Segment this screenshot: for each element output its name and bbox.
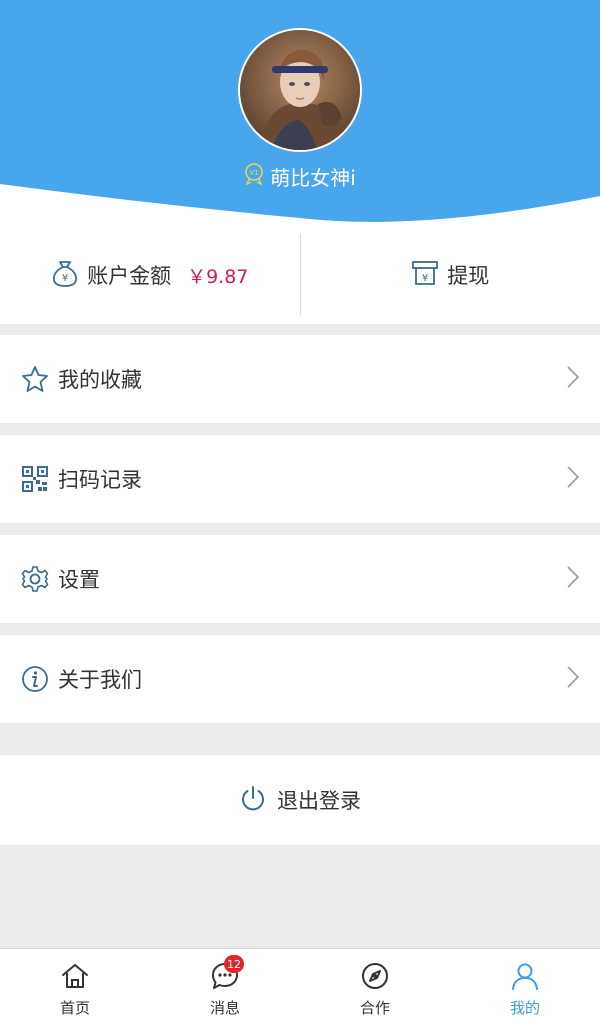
menu-label-scan-history: 扫码记录 <box>58 468 142 492</box>
username: 萌比女神i <box>270 166 356 190</box>
menu-item-about[interactable]: 关于我们 <box>0 635 600 723</box>
menu-label-about: 关于我们 <box>58 668 142 692</box>
compass-icon <box>360 961 390 995</box>
chevron-right-icon <box>566 365 580 393</box>
withdraw-label: 提现 <box>447 264 490 288</box>
menu-item-scan-history[interactable]: 扫码记录 <box>0 435 600 523</box>
info-icon <box>20 664 50 694</box>
menu-label-settings: 设置 <box>58 568 100 592</box>
tab-label-messages: 消息 <box>209 998 240 1017</box>
username-row: V1 萌比女神i <box>0 162 600 191</box>
user-icon <box>510 961 540 995</box>
profile-header: V1 萌比女神i <box>0 0 600 226</box>
menu-item-settings[interactable]: 设置 <box>0 535 600 623</box>
money-bag-icon: ¥ <box>51 258 79 292</box>
tab-label-mine: 我的 <box>509 998 540 1017</box>
tab-home[interactable]: 首页 <box>0 949 150 1029</box>
messages-badge: 12 <box>224 955 244 973</box>
star-icon <box>20 364 50 394</box>
logout-button[interactable]: 退出登录 <box>0 755 600 845</box>
avatar[interactable] <box>238 28 362 152</box>
svg-text:¥: ¥ <box>422 273 428 284</box>
withdraw-icon: ¥ <box>411 259 439 291</box>
chevron-right-icon <box>566 665 580 693</box>
chevron-right-icon <box>566 565 580 593</box>
tab-label-home: 首页 <box>59 998 90 1017</box>
balance-value: ￥9.87 <box>187 265 249 288</box>
withdraw-button[interactable]: ¥ 提现 <box>301 226 600 324</box>
account-card: ¥ 账户金额 ￥9.87 ¥ 提现 <box>0 226 600 324</box>
tab-label-cooperation: 合作 <box>359 998 390 1017</box>
svg-text:¥: ¥ <box>62 273 68 284</box>
vip-badge-icon: V1 <box>244 163 264 190</box>
tab-cooperation[interactable]: 合作 <box>300 949 450 1029</box>
logout-label: 退出登录 <box>277 789 361 813</box>
home-icon <box>60 961 90 995</box>
balance-section[interactable]: ¥ 账户金额 ￥9.87 <box>0 226 300 324</box>
svg-text:V1: V1 <box>250 169 259 177</box>
tab-mine[interactable]: 我的 <box>450 949 600 1029</box>
qr-code-icon <box>20 464 50 494</box>
tab-messages[interactable]: 12 消息 <box>150 949 300 1029</box>
chevron-right-icon <box>566 465 580 493</box>
menu-item-favorites[interactable]: 我的收藏 <box>0 335 600 423</box>
gear-icon <box>20 564 50 594</box>
power-icon <box>239 784 267 816</box>
bottom-tab-bar: 首页 12 消息 合作 我的 <box>0 948 600 1029</box>
menu-label-favorites: 我的收藏 <box>58 368 142 392</box>
balance-label: 账户金额 <box>87 264 172 288</box>
